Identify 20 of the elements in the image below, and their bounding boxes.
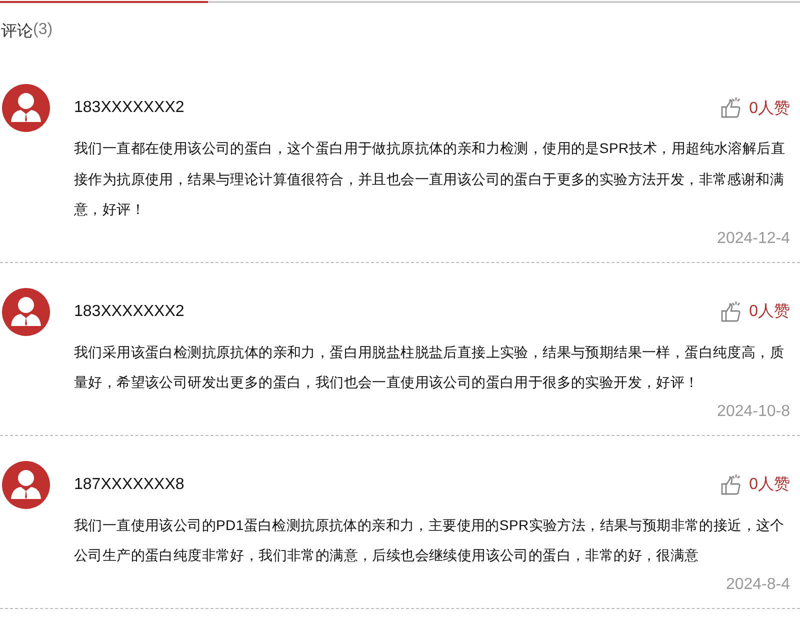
avatar-icon xyxy=(2,84,50,132)
comment-count: (3) xyxy=(33,21,53,40)
comment-text: 我们一直使用该公司的PD1蛋白检测抗原抗体的亲和力，主要使用的SPR实验方法，结果与预期非常的接近，这个公司生产的蛋白纯度非常好，我们非常的满意，后续也会继续使用该公司的蛋白，非常的好，很满意 xyxy=(74,516,786,565)
user-name: 187XXXXXXX8 xyxy=(74,476,186,494)
like-count: 0人赞 xyxy=(749,98,790,118)
comment-text: 我们采用该蛋白检测抗原抗体的亲和力，蛋白用脱盐柱脱盐后直接上实验，结果与预期结果一样，蛋白纯度高，质量好，希望该公司研发出更多的蛋白，我们也会一直使用该公司的蛋白用于很多的实验开发，好评！ xyxy=(74,342,785,392)
avatar-icon xyxy=(2,460,50,508)
like-count: 0人赞 xyxy=(749,302,790,322)
thumbs-up-icon[interactable] xyxy=(719,96,744,120)
comment-date: 2024-10-8 xyxy=(717,402,790,420)
comment-date: 2024-12-4 xyxy=(717,230,790,248)
thumbs-up-icon[interactable] xyxy=(719,300,744,324)
comment-text: 我们一直都在使用该公司的蛋白，这个蛋白用于做抗原抗体的亲和力检测，使用的是SPR技术，用超纯水溶解后直接作为抗原使用，结果与理论计算值很符合，并且也会一直用该公司的蛋白于更多的实验方法开发，非常感谢和满意，好评！ xyxy=(74,139,786,219)
section-title: 评论 xyxy=(1,22,33,42)
avatar-icon xyxy=(2,288,50,336)
comment-date: 2024-8-4 xyxy=(726,576,790,594)
like-count: 0人赞 xyxy=(749,475,790,495)
user-name: 183XXXXXXX2 xyxy=(74,302,186,320)
user-name: 183XXXXXXX2 xyxy=(74,99,186,117)
thumbs-up-icon[interactable] xyxy=(719,472,744,496)
